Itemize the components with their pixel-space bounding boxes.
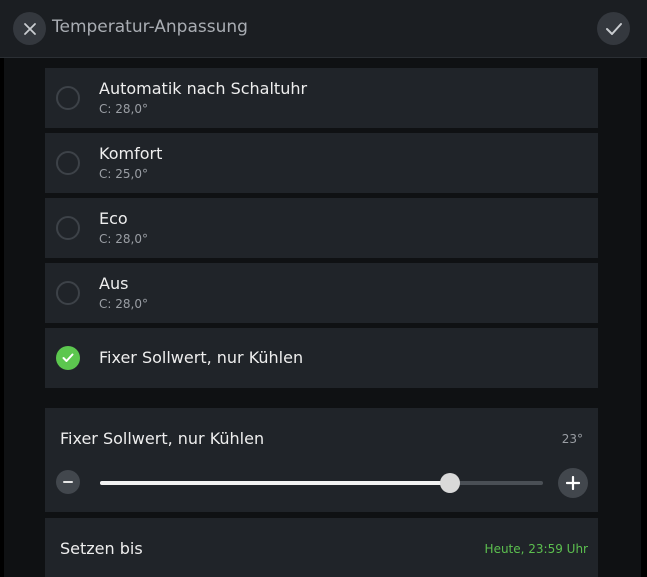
option-automatik[interactable]: Automatik nach Schaltuhr C: 28,0° — [45, 68, 598, 128]
option-aus[interactable]: Aus C: 28,0° — [45, 263, 598, 323]
option-label: Fixer Sollwert, nur Kühlen — [99, 348, 304, 367]
option-komfort[interactable]: Komfort C: 25,0° — [45, 133, 598, 193]
minus-icon — [63, 481, 73, 483]
slider-fill — [100, 481, 450, 485]
plus-icon — [566, 476, 580, 490]
option-label: Automatik nach Schaltuhr — [99, 79, 308, 98]
slider-thumb[interactable] — [439, 473, 460, 493]
option-label: Komfort — [99, 144, 163, 163]
radio-button[interactable] — [56, 86, 80, 110]
content-area: Automatik nach Schaltuhr C: 28,0° Komfor… — [4, 58, 641, 577]
close-icon — [23, 22, 36, 35]
option-label: Aus — [99, 274, 129, 293]
setpoint-value: 23° — [561, 432, 583, 446]
option-fixer-sollwert[interactable]: Fixer Sollwert, nur Kühlen — [45, 328, 598, 388]
increase-button[interactable] — [558, 468, 588, 498]
option-temperature: C: 28,0° — [99, 297, 148, 311]
radio-button[interactable] — [56, 151, 80, 175]
title-bar: Temperatur-Anpassung — [0, 0, 647, 58]
setpoint-panel: Fixer Sollwert, nur Kühlen 23° — [45, 408, 598, 512]
decrease-button[interactable] — [56, 470, 80, 494]
setpoint-title: Fixer Sollwert, nur Kühlen — [60, 429, 265, 448]
radio-button[interactable] — [56, 216, 80, 240]
set-until-value[interactable]: Heute, 23:59 Uhr — [485, 542, 588, 556]
page-title: Temperatur-Anpassung — [52, 17, 248, 37]
checkmark-icon — [605, 22, 622, 35]
close-button[interactable] — [13, 12, 46, 45]
set-until-row[interactable]: Setzen bis Heute, 23:59 Uhr — [45, 518, 598, 577]
option-eco[interactable]: Eco C: 28,0° — [45, 198, 598, 258]
radio-button-checked[interactable] — [56, 346, 80, 370]
option-temperature: C: 28,0° — [99, 102, 148, 116]
set-until-label: Setzen bis — [60, 539, 143, 558]
confirm-button[interactable] — [597, 12, 630, 45]
option-temperature: C: 25,0° — [99, 167, 148, 181]
option-temperature: C: 28,0° — [99, 232, 148, 246]
temperature-slider[interactable] — [100, 473, 543, 493]
radio-button[interactable] — [56, 281, 80, 305]
checkmark-icon — [62, 353, 74, 362]
option-label: Eco — [99, 209, 128, 228]
